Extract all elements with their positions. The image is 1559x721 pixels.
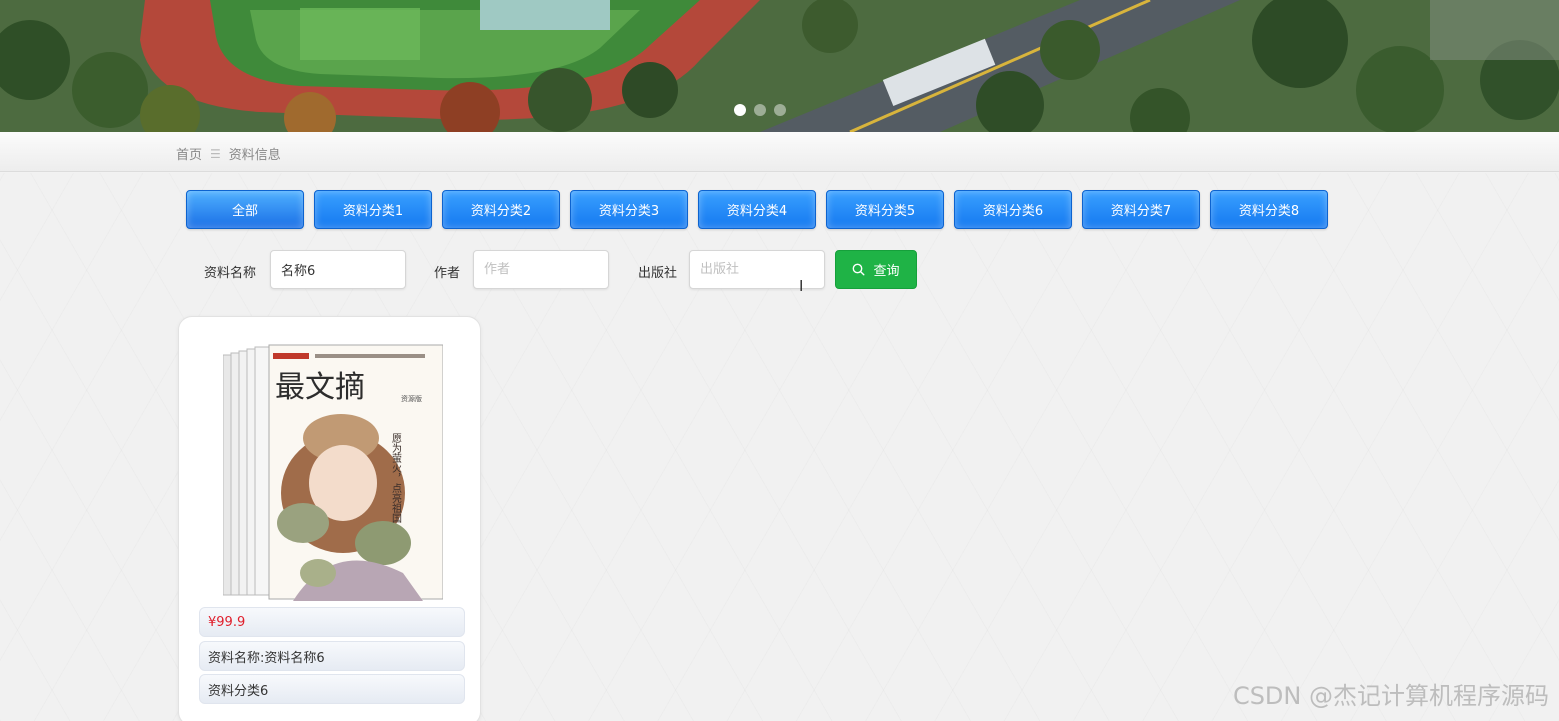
author-input[interactable]	[473, 250, 609, 289]
text-cursor-icon: I	[799, 277, 804, 295]
carousel-dot-3[interactable]	[774, 104, 786, 116]
category-tab-1[interactable]: 资料分类1	[314, 190, 432, 229]
query-button-label: 查询	[873, 264, 900, 279]
price-value: ¥99.9	[208, 614, 246, 630]
search-icon	[853, 263, 865, 276]
card-category: 资料分类6	[199, 674, 465, 704]
name-input[interactable]	[270, 250, 406, 289]
result-card[interactable]: 最文摘 资源版 愿为萤火，点亮祖国 ¥99.9 资料名称:资料名称6 资料分类6	[178, 316, 481, 721]
publisher-label: 出版社	[638, 266, 678, 281]
breadcrumb-home[interactable]: 首页	[176, 144, 202, 163]
name-label: 资料名称	[204, 266, 257, 281]
category-tab-3[interactable]: 资料分类3	[570, 190, 688, 229]
category-tab-all[interactable]: 全部	[186, 190, 304, 229]
author-label: 作者	[434, 266, 461, 281]
cover-tagline: 愿为萤火，点亮祖国	[390, 433, 402, 524]
publisher-input[interactable]	[689, 250, 825, 289]
carousel-dot-1[interactable]	[734, 104, 746, 116]
watermark: CSDN @杰记计算机程序源码	[1232, 682, 1549, 710]
breadcrumb-bar: 首页 ☰ 资料信息	[0, 132, 1559, 172]
breadcrumb-current: 资料信息	[228, 148, 281, 163]
card-price: ¥99.9	[199, 607, 465, 637]
category-tabs: 全部 资料分类1 资料分类2 资料分类3 资料分类4 资料分类5 资料分类6 资…	[186, 190, 1328, 229]
cover-edition: 资源版	[401, 394, 422, 403]
category-tab-4[interactable]: 资料分类4	[698, 190, 816, 229]
hero-banner	[0, 0, 1559, 132]
category-tab-7[interactable]: 资料分类7	[1082, 190, 1200, 229]
category-tab-8[interactable]: 资料分类8	[1210, 190, 1328, 229]
query-button[interactable]: 查询	[835, 250, 917, 289]
carousel-dot-2[interactable]	[754, 104, 766, 116]
card-name: 资料名称:资料名称6	[199, 641, 465, 671]
cover-title: 最文摘	[275, 370, 365, 405]
breadcrumb: 首页 ☰ 资料信息	[176, 144, 281, 164]
breadcrumb-separator-icon: ☰	[210, 146, 221, 161]
category-tab-2[interactable]: 资料分类2	[442, 190, 560, 229]
carousel-dots	[734, 104, 786, 116]
category-tab-6[interactable]: 资料分类6	[954, 190, 1072, 229]
category-tab-5[interactable]: 资料分类5	[826, 190, 944, 229]
book-cover-image: 最文摘 资源版 愿为萤火，点亮祖国	[223, 344, 443, 601]
